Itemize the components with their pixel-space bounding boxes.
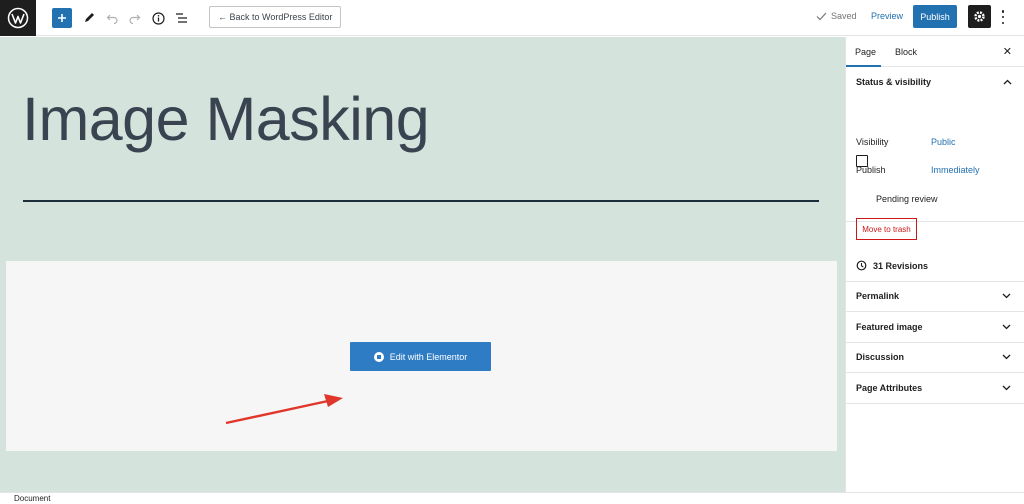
- wordpress-logo-icon[interactable]: [0, 0, 36, 36]
- settings-button[interactable]: [968, 5, 991, 28]
- page-attributes-title: Page Attributes: [856, 382, 923, 393]
- permalink-title: Permalink: [856, 291, 900, 302]
- saved-label: Saved: [831, 11, 857, 21]
- history-icon: [856, 260, 867, 271]
- pending-review-label: Pending review: [876, 194, 938, 204]
- editor-toolbar: ← Back to WordPress Editor Saved Preview…: [0, 0, 1024, 36]
- permalink-panel[interactable]: Permalink: [846, 282, 1024, 312]
- discussion-panel[interactable]: Discussion: [846, 343, 1024, 373]
- list-view-icon: [175, 13, 187, 23]
- details-button[interactable]: [151, 6, 165, 30]
- more-options-icon[interactable]: [997, 8, 1009, 26]
- visibility-label: Visibility: [856, 137, 889, 147]
- chevron-down-icon: [1002, 385, 1011, 391]
- elementor-placeholder: Edit with Elementor: [6, 261, 837, 451]
- revisions-label: 31 Revisions: [873, 260, 929, 271]
- redo-icon: [129, 14, 141, 24]
- tools-button[interactable]: [82, 6, 96, 30]
- status-visibility-title: Status & visibility: [856, 77, 932, 87]
- chevron-down-icon: [1002, 354, 1011, 360]
- preview-button[interactable]: Preview: [871, 11, 903, 21]
- plus-icon: [58, 14, 66, 22]
- revisions-panel[interactable]: 31 Revisions: [846, 251, 1024, 282]
- tab-block[interactable]: Block: [895, 47, 917, 57]
- add-block-button[interactable]: [52, 8, 72, 28]
- redo-button[interactable]: [128, 6, 142, 30]
- gear-icon: [974, 11, 985, 22]
- page-title[interactable]: Image Masking: [22, 84, 430, 154]
- block-breadcrumb: Document: [0, 492, 1024, 504]
- info-icon: [151, 11, 165, 25]
- separator-block[interactable]: [23, 200, 819, 202]
- sidebar-tabs: Page Block ✕: [846, 37, 1024, 67]
- breadcrumb-document[interactable]: Document: [14, 494, 50, 503]
- discussion-title: Discussion: [856, 352, 905, 363]
- list-view-button[interactable]: [174, 6, 188, 30]
- edit-with-elementor-label: Edit with Elementor: [389, 351, 468, 362]
- publish-button[interactable]: Publish: [913, 5, 957, 28]
- publish-date-value[interactable]: Immediately: [931, 165, 980, 175]
- undo-icon: [106, 14, 118, 24]
- edit-with-elementor-button[interactable]: Edit with Elementor: [350, 342, 491, 371]
- undo-button[interactable]: [105, 6, 119, 30]
- annotation-arrow-icon: [225, 394, 343, 425]
- chevron-up-icon: [1003, 79, 1012, 85]
- move-to-trash-button[interactable]: Move to trash: [856, 218, 917, 240]
- page-attributes-panel[interactable]: Page Attributes: [846, 373, 1024, 404]
- pending-review-checkbox[interactable]: [856, 155, 868, 167]
- featured-image-panel[interactable]: Featured image: [846, 312, 1024, 343]
- pencil-icon: [85, 13, 94, 22]
- settings-sidebar: Page Block ✕ Status & visibility Visibil…: [845, 37, 1024, 492]
- chevron-down-icon: [1002, 293, 1011, 299]
- close-icon[interactable]: ✕: [1003, 45, 1012, 58]
- saved-indicator: Saved: [816, 11, 857, 21]
- status-visibility-panel: Status & visibility Visibility Public Pu…: [846, 67, 1024, 240]
- editor-canvas: Image Masking Edit with Elementor: [0, 37, 845, 492]
- tab-page[interactable]: Page: [855, 47, 876, 57]
- status-visibility-toggle[interactable]: Status & visibility: [846, 67, 1024, 97]
- featured-image-title: Featured image: [856, 321, 923, 332]
- chevron-down-icon: [1002, 324, 1011, 330]
- visibility-value[interactable]: Public: [931, 137, 956, 147]
- back-to-wordpress-editor-button[interactable]: ← Back to WordPress Editor: [209, 6, 342, 28]
- elementor-icon: [373, 351, 384, 362]
- check-icon: [816, 12, 827, 20]
